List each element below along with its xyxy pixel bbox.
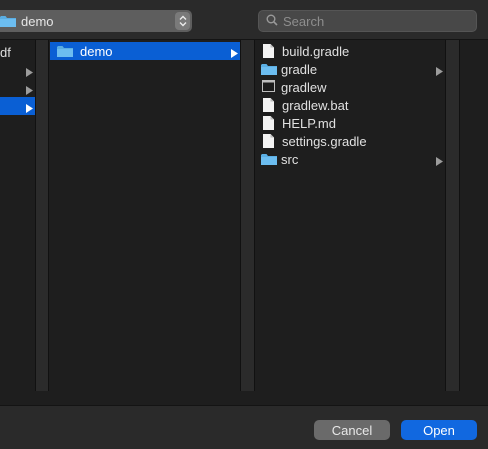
cancel-button[interactable]: Cancel — [314, 420, 390, 440]
terminal-executable-icon — [262, 80, 275, 94]
column-resize-divider[interactable] — [445, 40, 460, 391]
list-item-gradlew[interactable]: gradlew — [255, 78, 445, 96]
document-icon — [263, 116, 274, 130]
dialog-footer: Cancel Open — [0, 405, 488, 449]
list-item-help-md[interactable]: HELP.md — [255, 114, 445, 132]
browser-column-2: demo — [49, 40, 240, 391]
list-item-src[interactable]: src — [255, 150, 445, 168]
location-popup-button[interactable]: demo — [0, 10, 192, 32]
toolbar: demo — [0, 0, 488, 40]
document-icon — [263, 134, 274, 148]
browser-column-3: build.gradle gradle gradlew gradlew.bat — [255, 40, 445, 391]
disclosure-arrow-icon — [436, 64, 443, 79]
list-item-demo[interactable]: demo — [50, 42, 240, 60]
disclosure-arrow-icon — [231, 46, 238, 61]
column-resize-divider[interactable] — [240, 40, 255, 391]
disclosure-arrow-icon — [436, 154, 443, 169]
list-item[interactable] — [0, 79, 35, 97]
column-browser: df demo build.gradle gradle gradlew grad… — [0, 40, 488, 391]
search-input[interactable] — [283, 13, 463, 29]
folder-icon — [0, 15, 16, 27]
browser-column-4 — [460, 40, 488, 391]
column-resize-divider[interactable] — [35, 40, 49, 391]
list-item-settings-gradle[interactable]: settings.gradle — [255, 132, 445, 150]
list-item[interactable] — [0, 61, 35, 79]
folder-icon — [261, 153, 277, 165]
search-icon — [266, 14, 278, 29]
disclosure-arrow-icon — [26, 83, 33, 98]
list-item-gradle[interactable]: gradle — [255, 60, 445, 78]
disclosure-arrow-icon — [26, 65, 33, 80]
disclosure-arrow-icon — [26, 101, 33, 116]
folder-icon — [57, 45, 73, 57]
browser-column-1: df — [0, 40, 35, 391]
search-field[interactable] — [258, 10, 477, 32]
open-button[interactable]: Open — [401, 420, 477, 440]
list-item-build-gradle[interactable]: build.gradle — [255, 42, 445, 60]
folder-icon — [261, 63, 277, 75]
chevron-updown-icon — [175, 12, 190, 30]
list-item-gradlew-bat[interactable]: gradlew.bat — [255, 96, 445, 114]
document-icon — [263, 98, 274, 112]
list-item-selected[interactable] — [0, 97, 35, 115]
location-label: demo — [21, 13, 54, 29]
list-item[interactable]: df — [0, 43, 35, 61]
document-icon — [263, 44, 274, 58]
